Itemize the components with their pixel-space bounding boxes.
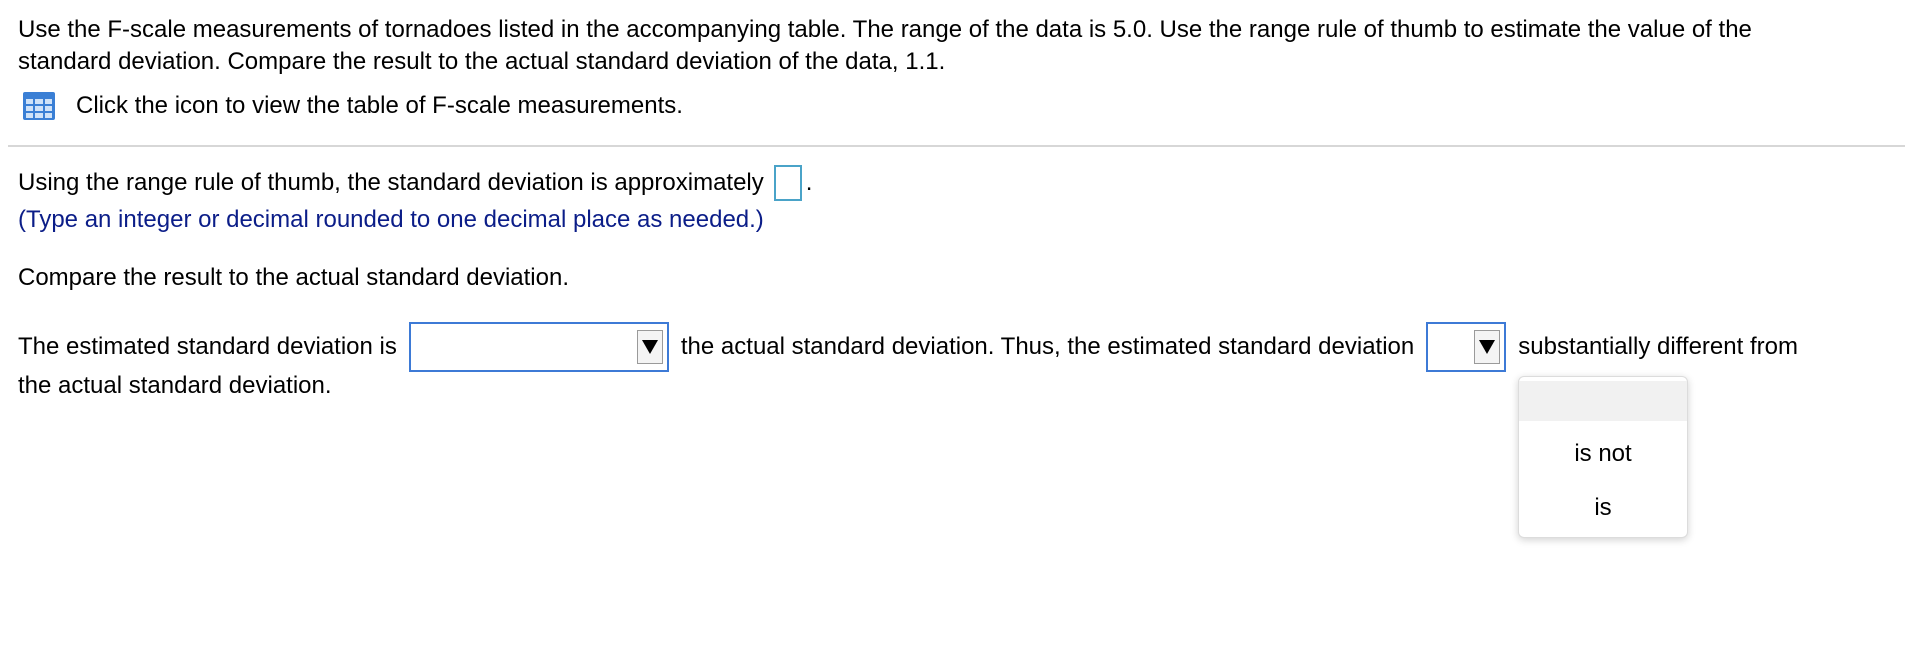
question-line-2: standard deviation. Compare the result t… <box>18 48 946 75</box>
part1-question: Using the range rule of thumb, the stand… <box>18 165 812 201</box>
is-isnot-select[interactable] <box>1426 322 1507 372</box>
part3-text-after: substantially different from <box>1518 333 1798 360</box>
question-line-1: Use the F-scale measurements of tornadoe… <box>18 16 1752 43</box>
part1-suffix: . <box>805 169 813 196</box>
section-divider <box>8 145 1905 147</box>
dropdown-option-is[interactable]: is <box>1519 487 1687 529</box>
part1-hint: (Type an integer or decimal rounded to o… <box>18 206 764 233</box>
question-text: Use the F-scale measurements of tornadoe… <box>18 14 1905 78</box>
table-grid-icon[interactable] <box>22 91 56 121</box>
part1-prompt: Using the range rule of thumb, the stand… <box>18 169 764 196</box>
dropdown-option-is-not[interactable]: is not <box>1519 433 1687 475</box>
view-table-label[interactable]: Click the icon to view the table of F-sc… <box>76 92 683 120</box>
part3-text-tail: the actual standard deviation. <box>18 372 332 399</box>
part3-text-before: The estimated standard deviation is <box>18 333 397 360</box>
comparison-select[interactable] <box>408 322 669 372</box>
part2-prompt: Compare the result to the actual standar… <box>18 264 569 291</box>
part3-text-middle: the actual standard deviation. Thus, the… <box>680 333 1415 360</box>
part3-question: The estimated standard deviation is the … <box>18 322 1798 372</box>
dropdown-option-blank[interactable] <box>1519 381 1687 421</box>
view-table-link[interactable]: Click the icon to view the table of F-sc… <box>22 90 683 122</box>
is-isnot-dropdown-menu: is not is <box>1518 376 1688 538</box>
std-dev-answer-input[interactable] <box>773 165 802 201</box>
question-page: Use the F-scale measurements of tornadoe… <box>0 0 1905 656</box>
dropdown-arrow-icon[interactable] <box>1474 330 1501 364</box>
dropdown-arrow-icon[interactable] <box>636 330 663 364</box>
